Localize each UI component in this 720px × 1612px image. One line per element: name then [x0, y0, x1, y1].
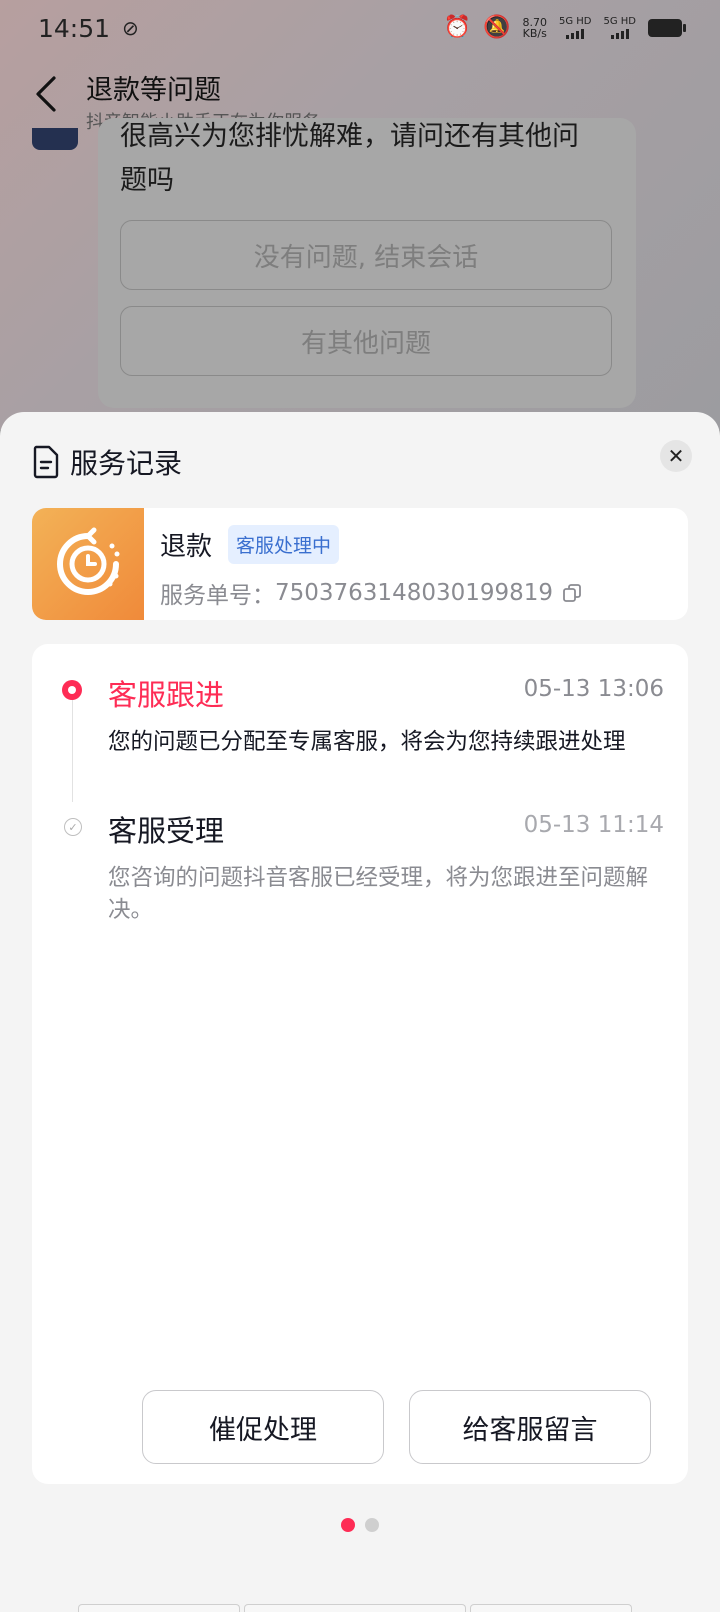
chevron-left-icon [36, 76, 56, 112]
timeline-time-1: 05-13 13:06 [523, 676, 664, 702]
timeline-desc-2: 您咨询的问题抖音客服已经受理，将为您跟进至问题解决。 [108, 865, 649, 923]
copy-icon[interactable] [563, 584, 581, 602]
pager [0, 1518, 720, 1532]
sheet-title: 服务记录 [70, 447, 183, 480]
status-badge: 客服处理中 [228, 524, 340, 564]
timeline-title-1: 客服跟进 [108, 678, 225, 712]
close-icon: ✕ [667, 444, 685, 468]
battery-icon [648, 19, 686, 37]
status-bar: 14:51 ⊘ ⏰ 🔕 8.70 KB/s 5G HD 5G HD [0, 0, 720, 56]
net-speed: 8.70 KB/s [522, 16, 547, 40]
chat-title: 退款等问题 [86, 75, 221, 106]
bottom-tab-stub [470, 1604, 632, 1612]
bottom-tab-stubs [78, 1604, 642, 1612]
service-card[interactable]: 退款 客服处理中 服务单号： 7503763148030199819 [32, 508, 688, 620]
signal-sim1-icon: 5G HD [559, 17, 591, 39]
alarm-icon: ⏰ [443, 15, 472, 40]
app-notification-icon: ⊘ [122, 16, 139, 40]
order-number-row: 服务单号： 7503763148030199819 [160, 576, 581, 610]
bottom-tab-stub [78, 1604, 240, 1612]
close-button[interactable]: ✕ [660, 440, 692, 472]
bell-muted-icon: 🔕 [483, 15, 511, 40]
bottom-tab-stub [244, 1604, 466, 1612]
service-name: 退款 [160, 531, 213, 562]
signal-sim2-icon: 5G HD [603, 17, 636, 39]
other-question-button[interactable]: 有其他问题 [120, 306, 612, 376]
status-time: 14:51 [38, 13, 111, 43]
order-label: 服务单号： [160, 583, 275, 609]
end-session-button[interactable]: 没有问题, 结束会话 [120, 220, 612, 290]
check-circle-icon: ✓ [64, 818, 82, 836]
pager-dot[interactable] [365, 1518, 379, 1532]
pager-dot-active[interactable] [341, 1518, 355, 1532]
bot-avatar [32, 128, 78, 150]
bot-message-card: 很高兴为您排忧解难，请问还有其他问 题吗 没有问题, 结束会话 有其他问题 [98, 118, 636, 408]
timeline-connector [72, 692, 73, 802]
timeline-active-dot-icon [62, 680, 82, 700]
timeline-desc-1: 您的问题已分配至专属客服，将会为您持续跟进处理 [108, 729, 626, 755]
sheet-header: 服务记录 [32, 442, 182, 482]
leave-message-button[interactable]: 给客服留言 [409, 1390, 651, 1464]
urge-button[interactable]: 催促处理 [142, 1390, 384, 1464]
order-number: 7503763148030199819 [275, 580, 554, 606]
back-button[interactable] [30, 74, 70, 120]
bot-message: 很高兴为您排忧解难，请问还有其他问 题吗 [120, 121, 579, 196]
document-icon [33, 445, 59, 479]
timeline-title-2: 客服受理 [108, 814, 225, 848]
timeline-time-2: 05-13 11:14 [523, 812, 664, 838]
chat-background: 14:51 ⊘ ⏰ 🔕 8.70 KB/s 5G HD 5G HD 退款等问题 [0, 0, 720, 430]
refund-clock-icon [32, 508, 144, 620]
timeline-card [32, 644, 688, 1484]
